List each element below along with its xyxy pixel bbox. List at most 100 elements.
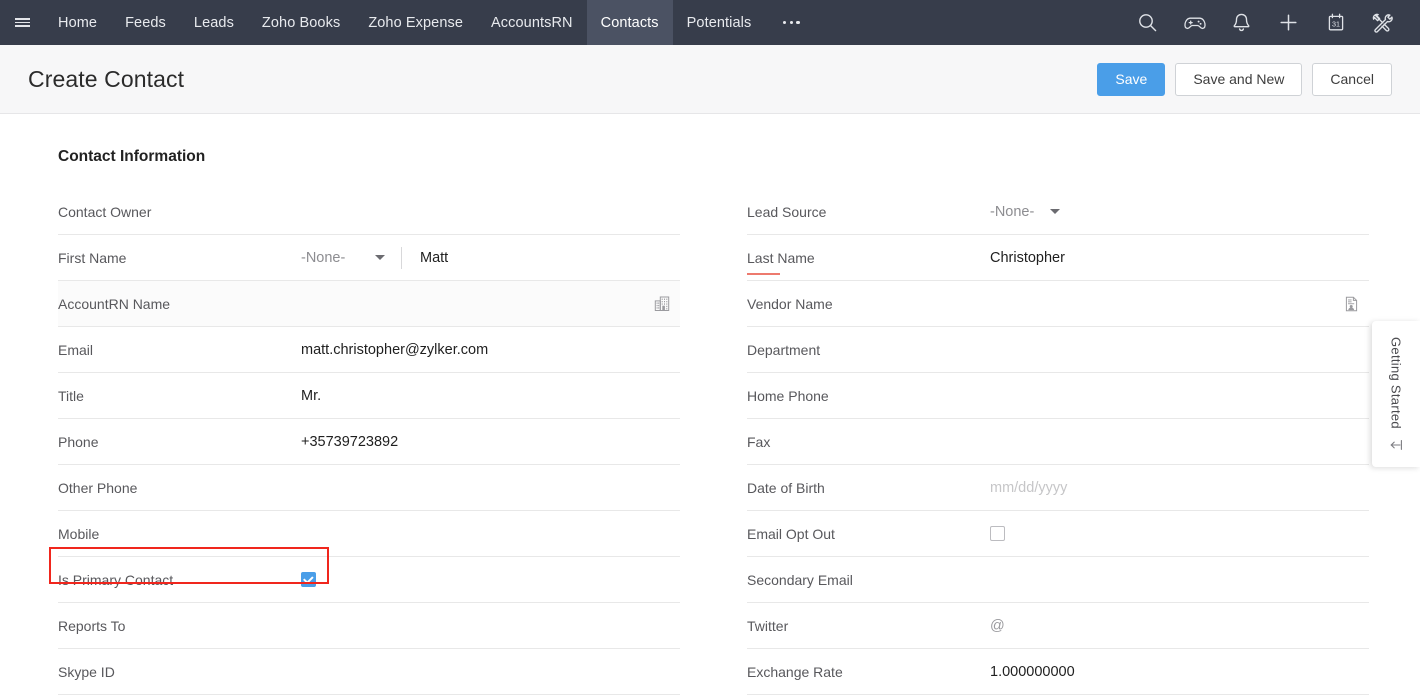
title-input[interactable]: Mr. [301, 388, 680, 404]
field-row-reports-to[interactable]: Reports To [58, 603, 680, 649]
getting-started-label: Getting Started [1389, 337, 1404, 429]
field-label: Email Opt Out [747, 526, 990, 542]
twitter-input[interactable]: @ [990, 618, 1369, 634]
lead-source-group: -None- [990, 204, 1369, 220]
vendor-icon[interactable] [1343, 295, 1360, 312]
nav-tab-label: AccountsRN [491, 15, 573, 31]
page-title: Create Contact [28, 66, 184, 93]
field-row-mobile[interactable]: Mobile [58, 511, 680, 557]
nav-tab-label: Potentials [687, 15, 752, 31]
exchange-rate-input[interactable]: 1.000000000 [990, 664, 1369, 680]
field-label: Email [58, 342, 301, 358]
field-row-email-opt-out[interactable]: Email Opt Out [747, 511, 1369, 557]
field-label: Department [747, 342, 990, 358]
field-label: Secondary Email [747, 572, 990, 588]
nav-tab-potentials[interactable]: Potentials [673, 0, 766, 45]
date-of-birth-input[interactable]: mm/dd/yyyy [990, 480, 1369, 496]
gamepad-icon[interactable] [1171, 0, 1218, 45]
nav-tab-label: Contacts [601, 15, 659, 31]
field-row-vendor-name[interactable]: Vendor Name [747, 281, 1369, 327]
is-primary-contact-value [301, 572, 680, 587]
nav-tab-leads[interactable]: Leads [180, 0, 248, 45]
field-row-accountrn-name[interactable]: AccountRN Name [58, 281, 680, 327]
field-label: Vendor Name [747, 296, 990, 312]
field-label: Contact Owner [58, 204, 301, 220]
field-label: Other Phone [58, 480, 301, 496]
nav-tab-label: Home [58, 15, 97, 31]
field-row-is-primary-contact[interactable]: Is Primary Contact [58, 557, 680, 603]
field-row-exchange-rate[interactable]: Exchange Rate 1.000000000 [747, 649, 1369, 695]
field-label: Exchange Rate [747, 664, 990, 680]
nav-tab-contacts[interactable]: Contacts [587, 0, 673, 45]
top-navigation-bar: Home Feeds Leads Zoho Books Zoho Expense… [0, 0, 1420, 45]
field-row-other-phone[interactable]: Other Phone [58, 465, 680, 511]
field-row-last-name[interactable]: Last Name Christopher [747, 235, 1369, 281]
salutation-select-value[interactable]: -None- [301, 250, 373, 266]
field-label: Skype ID [58, 664, 301, 680]
first-name-input[interactable]: Matt [420, 250, 448, 266]
save-button[interactable]: Save [1097, 63, 1165, 96]
nav-icon-group: 31 [1124, 0, 1420, 45]
section-title: Contact Information [58, 148, 205, 166]
nav-tab-label: Zoho Expense [368, 15, 463, 31]
field-label: Is Primary Contact [58, 572, 301, 588]
contact-form: Contact Information Contact Owner First … [0, 114, 1420, 700]
field-row-date-of-birth[interactable]: Date of Birth mm/dd/yyyy [747, 465, 1369, 511]
getting-started-tab[interactable]: Getting Started [1372, 321, 1420, 467]
field-row-fax[interactable]: Fax [747, 419, 1369, 465]
field-label: First Name [58, 250, 301, 266]
field-label: Phone [58, 434, 301, 450]
email-opt-out-value [990, 526, 1369, 541]
field-row-title[interactable]: Title Mr. [58, 373, 680, 419]
field-row-contact-owner[interactable]: Contact Owner [58, 189, 680, 235]
nav-tab-label: Zoho Books [262, 15, 340, 31]
svg-text:31: 31 [1332, 19, 1340, 28]
field-label: Date of Birth [747, 480, 990, 496]
nav-tab-label: Leads [194, 15, 234, 31]
field-row-secondary-email[interactable]: Secondary Email [747, 557, 1369, 603]
plus-icon[interactable] [1265, 0, 1312, 45]
form-column-right: Lead Source -None- Last Name Christopher… [747, 189, 1369, 695]
nav-tab-feeds[interactable]: Feeds [111, 0, 180, 45]
nav-tab-zoho-books[interactable]: Zoho Books [248, 0, 354, 45]
field-row-lead-source[interactable]: Lead Source -None- [747, 189, 1369, 235]
field-label: Twitter [747, 618, 990, 634]
field-label: Lead Source [747, 204, 990, 220]
field-row-phone[interactable]: Phone +35739723892 [58, 419, 680, 465]
nav-tab-zoho-expense[interactable]: Zoho Expense [354, 0, 477, 45]
calendar-icon[interactable]: 31 [1312, 0, 1359, 45]
cancel-button[interactable]: Cancel [1312, 63, 1392, 96]
hamburger-menu-icon[interactable] [0, 0, 44, 45]
chevron-down-icon[interactable] [375, 255, 385, 260]
nav-tab-home[interactable]: Home [44, 0, 111, 45]
last-name-input[interactable]: Christopher [990, 250, 1369, 266]
phone-input[interactable]: +35739723892 [301, 434, 680, 450]
form-column-left: Contact Owner First Name -None- Matt Acc… [58, 189, 680, 695]
search-icon[interactable] [1124, 0, 1171, 45]
field-label: AccountRN Name [58, 296, 301, 312]
field-divider [401, 247, 402, 269]
field-row-email[interactable]: Email matt.christopher@zylker.com [58, 327, 680, 373]
save-and-new-button[interactable]: Save and New [1175, 63, 1302, 96]
field-label: Title [58, 388, 301, 404]
nav-tab-accountsrn[interactable]: AccountsRN [477, 0, 587, 45]
field-label: Reports To [58, 618, 301, 634]
collapse-left-icon[interactable] [1389, 439, 1403, 451]
email-opt-out-checkbox[interactable] [990, 526, 1005, 541]
nav-more-tabs-button[interactable] [765, 0, 817, 45]
bell-icon[interactable] [1218, 0, 1265, 45]
is-primary-contact-checkbox[interactable] [301, 572, 316, 587]
field-label: Mobile [58, 526, 301, 542]
field-row-twitter[interactable]: Twitter @ [747, 603, 1369, 649]
tools-icon[interactable] [1359, 0, 1406, 45]
page-header: Create Contact Save Save and New Cancel [0, 45, 1420, 114]
building-icon[interactable] [654, 295, 671, 312]
email-input[interactable]: matt.christopher@zylker.com [301, 342, 680, 358]
field-label: Home Phone [747, 388, 990, 404]
field-row-first-name[interactable]: First Name -None- Matt [58, 235, 680, 281]
lead-source-select-value[interactable]: -None- [990, 204, 1034, 220]
field-row-home-phone[interactable]: Home Phone [747, 373, 1369, 419]
chevron-down-icon[interactable] [1050, 209, 1060, 214]
field-row-skype-id[interactable]: Skype ID [58, 649, 680, 695]
field-row-department[interactable]: Department [747, 327, 1369, 373]
